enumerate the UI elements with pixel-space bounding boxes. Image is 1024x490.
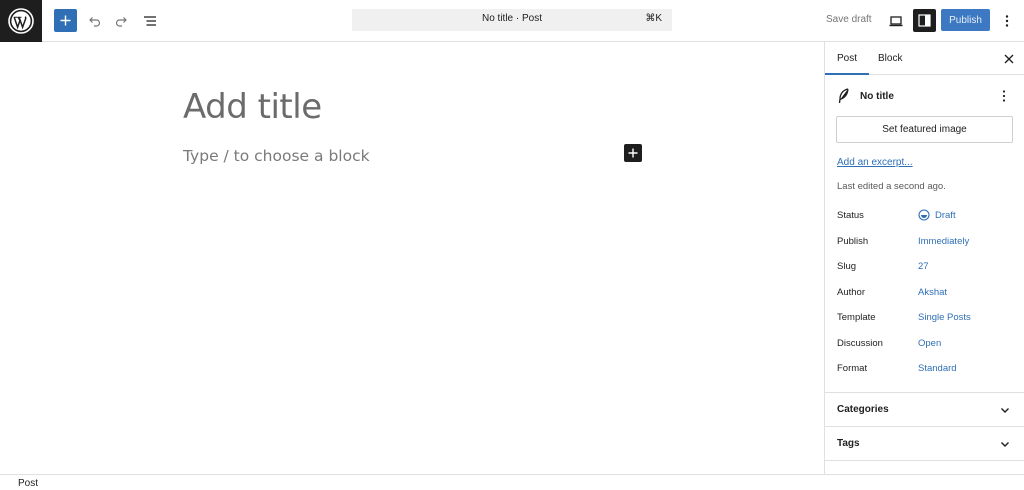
publish-label: Publish xyxy=(837,236,869,247)
wordpress-icon xyxy=(8,8,34,34)
discussion-label: Discussion xyxy=(837,338,883,349)
settings-sidebar: Post Block No title Set featured image A… xyxy=(824,42,1024,474)
document-overview-button[interactable] xyxy=(138,9,162,33)
chevron-down-icon xyxy=(1001,442,1009,447)
status-value-button[interactable]: Draft xyxy=(935,210,956,221)
wordpress-logo-button[interactable] xyxy=(0,0,42,42)
post-actions-button[interactable] xyxy=(997,89,1011,105)
discussion-row: Discussion Open xyxy=(837,338,1013,352)
settings-toggle-button[interactable] xyxy=(913,9,936,32)
format-row: Format Standard xyxy=(837,363,1013,377)
feather-icon xyxy=(838,88,849,104)
block-inserter-button[interactable] xyxy=(624,144,642,162)
author-label: Author xyxy=(837,287,865,298)
last-edited-text: Last edited a second ago. xyxy=(837,181,946,192)
document-title: No title · Post xyxy=(481,13,543,24)
undo-icon xyxy=(89,17,101,27)
slug-value-button[interactable]: 27 xyxy=(918,261,929,272)
sidebar-toggle-icon xyxy=(918,14,931,27)
post-card-title: No title xyxy=(860,91,894,102)
active-tab-indicator xyxy=(825,73,869,75)
publish-date-button[interactable]: Immediately xyxy=(918,236,969,247)
plus-icon xyxy=(60,15,71,26)
add-excerpt-link[interactable]: Add an excerpt... xyxy=(837,157,913,168)
categories-panel-label: Categories xyxy=(837,404,889,415)
author-value-button[interactable]: Akshat xyxy=(918,287,947,298)
template-value-button[interactable]: Single Posts xyxy=(918,312,971,323)
tab-post[interactable]: Post xyxy=(837,53,857,64)
more-vertical-icon xyxy=(1005,15,1009,27)
close-icon xyxy=(1004,54,1014,64)
template-label: Template xyxy=(837,312,876,323)
set-featured-image-button[interactable]: Set featured image xyxy=(836,116,1013,143)
redo-icon xyxy=(115,17,127,27)
add-block-button[interactable] xyxy=(54,9,77,32)
close-sidebar-button[interactable] xyxy=(1002,52,1016,66)
status-label: Status xyxy=(837,210,864,221)
post-title-input[interactable]: Add title xyxy=(183,87,322,127)
more-vertical-icon xyxy=(1002,90,1006,102)
block-placeholder-paragraph[interactable]: Type / to choose a block xyxy=(183,147,370,165)
tags-panel-label: Tags xyxy=(837,438,860,449)
tab-block[interactable]: Block xyxy=(878,53,902,64)
post-card: No title xyxy=(837,88,1013,108)
undo-button[interactable] xyxy=(82,9,106,33)
format-value-button[interactable]: Standard xyxy=(918,363,957,374)
save-draft-button[interactable]: Save draft xyxy=(826,14,872,25)
list-view-icon xyxy=(144,16,156,26)
keyboard-shortcut: ⌘K xyxy=(645,13,662,24)
tags-panel-toggle[interactable]: Tags xyxy=(825,426,1024,460)
slug-label: Slug xyxy=(837,261,857,272)
template-row: Template Single Posts xyxy=(837,312,1013,326)
author-row: Author Akshat xyxy=(837,287,1013,301)
block-breadcrumb-bar: Post xyxy=(0,474,1024,490)
editor-canvas[interactable]: Add title Type / to choose a block xyxy=(0,42,824,474)
format-label: Format xyxy=(837,363,868,374)
command-palette-bar[interactable]: No title · Post ⌘K xyxy=(352,9,672,31)
publish-row: Publish Immediately xyxy=(837,236,1013,250)
breadcrumb-post[interactable]: Post xyxy=(18,478,38,489)
editor-header: No title · Post ⌘K Save draft Publish xyxy=(0,0,1024,42)
publish-button[interactable]: Publish xyxy=(941,9,990,31)
categories-panel-toggle[interactable]: Categories xyxy=(825,392,1024,426)
draft-status-icon xyxy=(918,209,930,221)
plus-icon xyxy=(628,148,638,158)
panel-divider xyxy=(825,460,1024,474)
options-button[interactable] xyxy=(995,9,1019,33)
discussion-value-button[interactable]: Open xyxy=(918,338,941,349)
slug-row: Slug 27 xyxy=(837,261,1013,275)
status-row: Status Draft xyxy=(837,209,1013,224)
desktop-icon xyxy=(889,16,903,27)
preview-button[interactable] xyxy=(884,9,908,33)
sidebar-tabs: Post Block xyxy=(825,42,1024,75)
redo-button[interactable] xyxy=(110,9,134,33)
chevron-down-icon xyxy=(1001,408,1009,413)
